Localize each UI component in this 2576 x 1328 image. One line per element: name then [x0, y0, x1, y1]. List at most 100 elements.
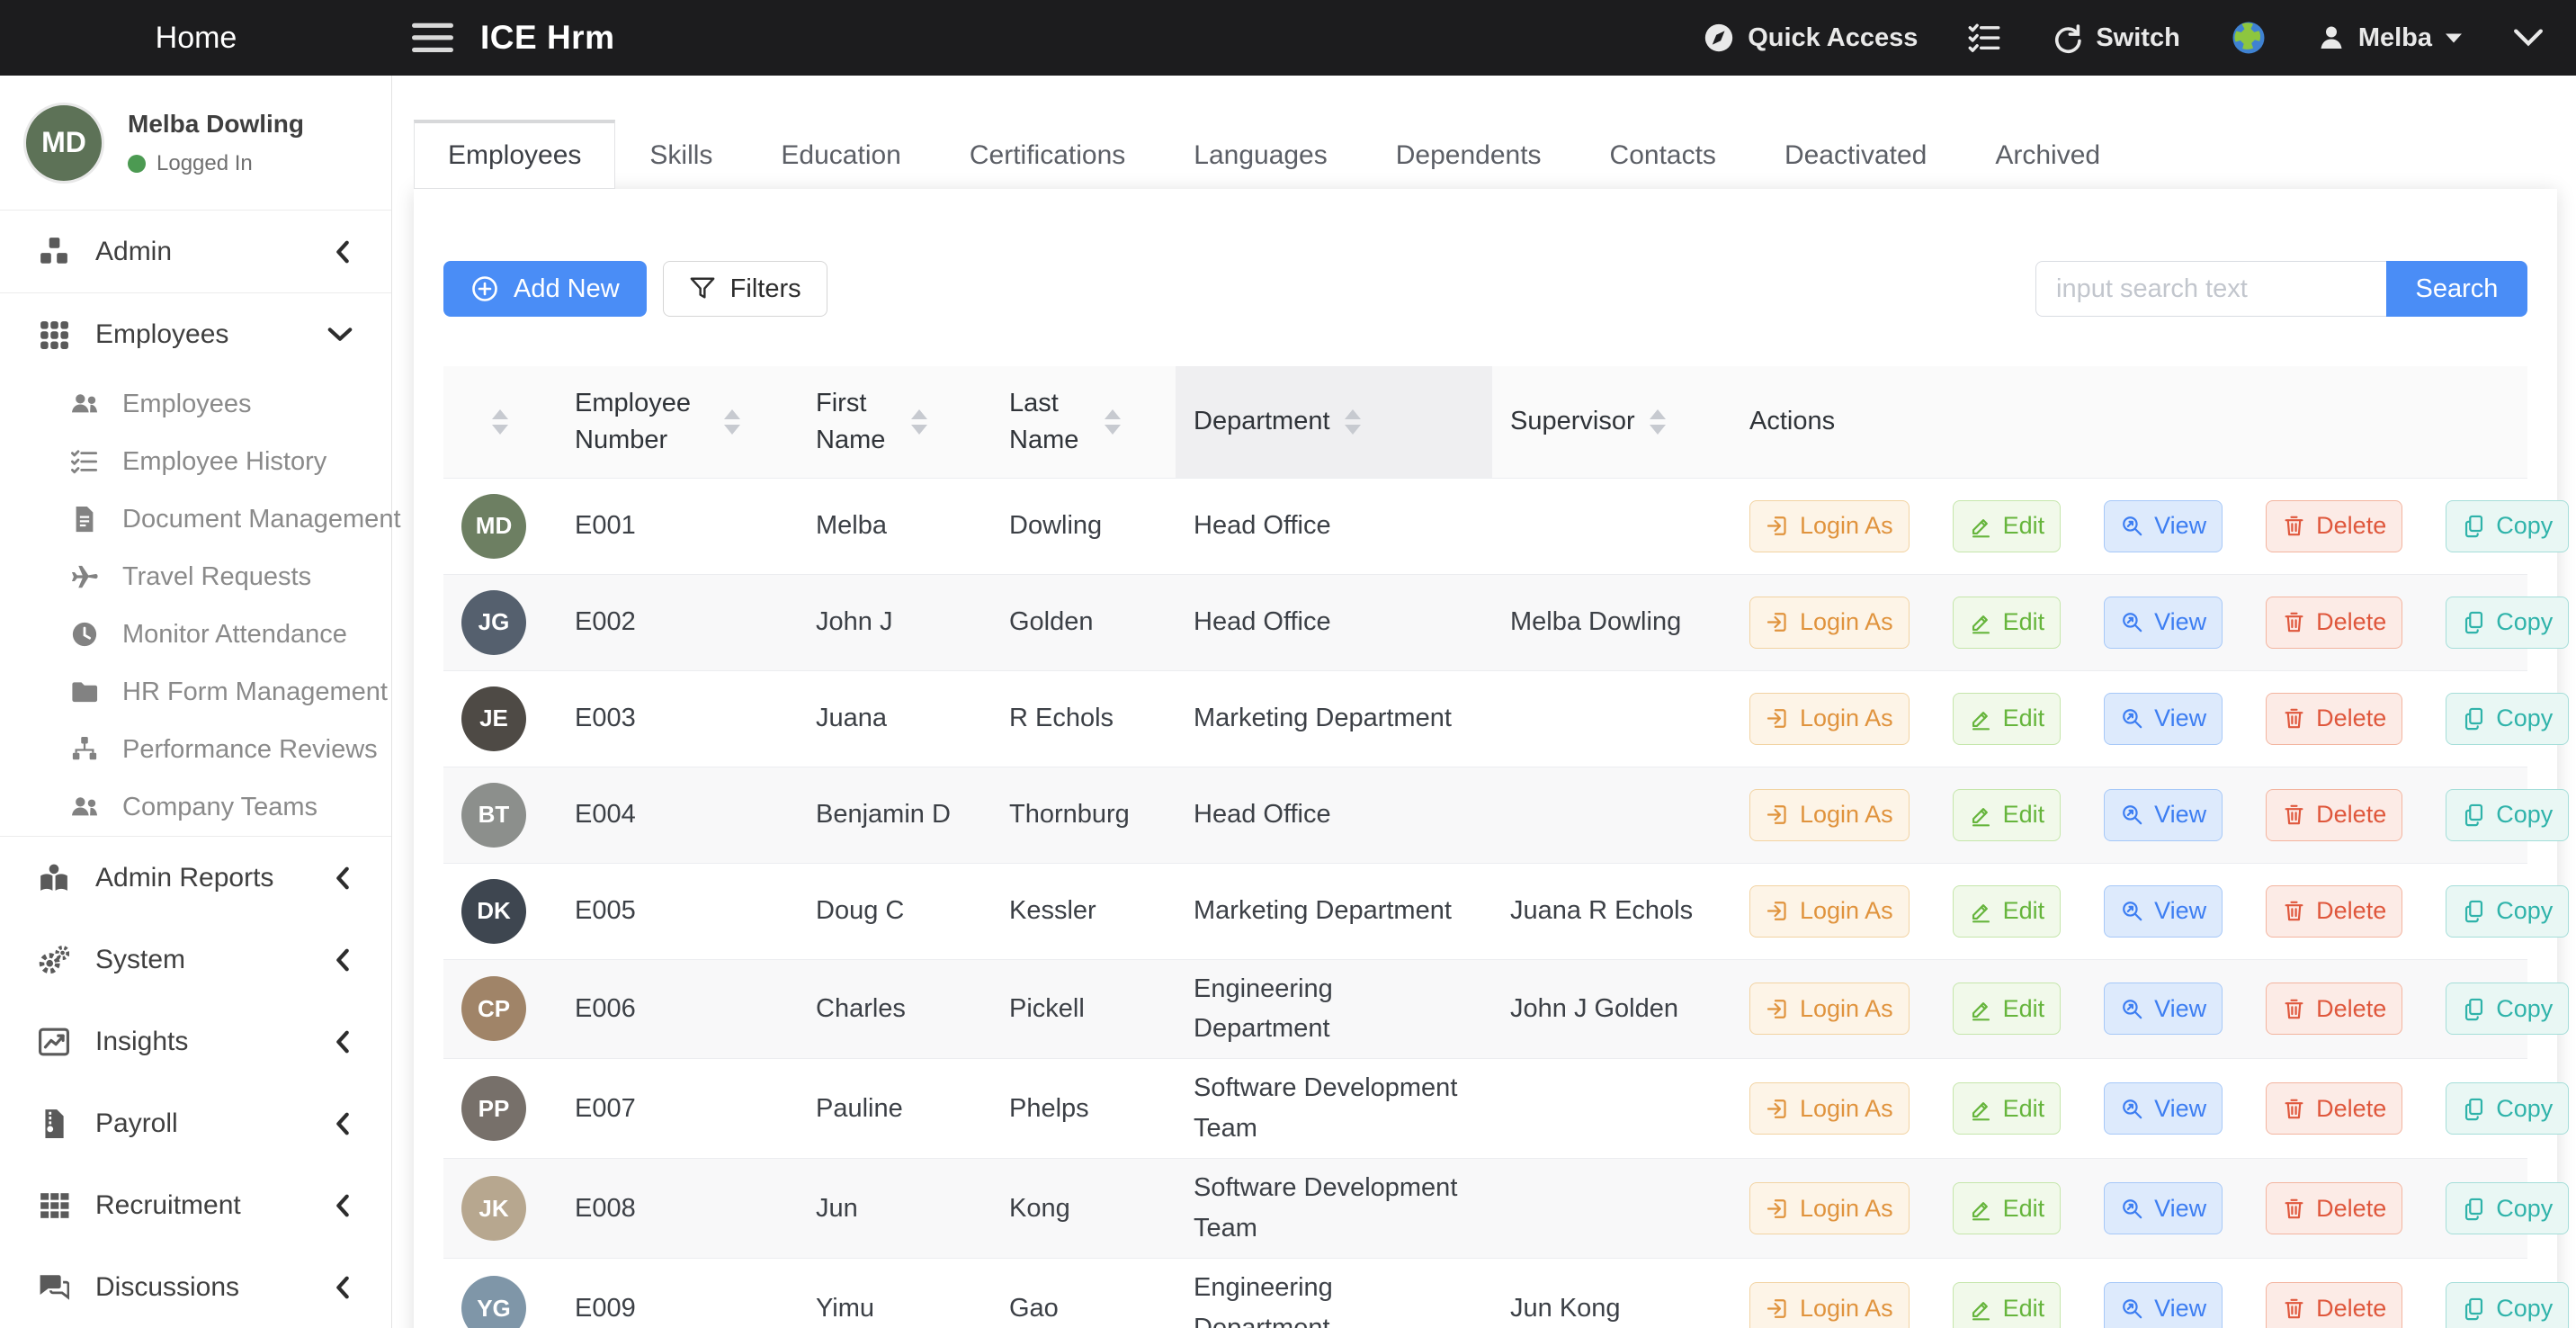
copy-button[interactable]: Copy — [2446, 983, 2569, 1035]
view-button[interactable]: View — [2104, 693, 2223, 745]
view-button[interactable]: View — [2104, 1182, 2223, 1234]
delete-button[interactable]: Delete — [2266, 500, 2402, 552]
login-as-button[interactable]: Login As — [1749, 693, 1910, 745]
collapse-navbar-button[interactable] — [2513, 28, 2544, 48]
sidebar-subitem-performance-reviews[interactable]: Performance Reviews — [0, 721, 391, 778]
sidebar-item-system[interactable]: System — [0, 919, 391, 1000]
edit-button[interactable]: Edit — [1953, 1182, 2062, 1234]
sort-icon[interactable] — [1105, 409, 1121, 435]
delete-button[interactable]: Delete — [2266, 1282, 2402, 1328]
search-button[interactable]: Search — [2386, 261, 2527, 317]
copy-button[interactable]: Copy — [2446, 693, 2569, 745]
copy-button[interactable]: Copy — [2446, 1182, 2569, 1234]
delete-button[interactable]: Delete — [2266, 1082, 2402, 1135]
tab-education[interactable]: Education — [747, 120, 935, 189]
delete-button[interactable]: Delete — [2266, 1182, 2402, 1234]
view-button[interactable]: View — [2104, 597, 2223, 649]
sidebar-subitem-employee-history[interactable]: Employee History — [0, 433, 391, 490]
sidebar-item-admin[interactable]: Admin — [0, 211, 391, 292]
view-button[interactable]: View — [2104, 789, 2223, 841]
home-nav[interactable]: Home — [0, 21, 392, 56]
sidebar-item-payroll[interactable]: Payroll — [0, 1082, 391, 1164]
view-button[interactable]: View — [2104, 500, 2223, 552]
column-header-supervisor[interactable]: Supervisor — [1492, 366, 1731, 478]
sidebar-subitem-document-management[interactable]: Document Management — [0, 490, 391, 548]
sidebar-item-admin-reports[interactable]: Admin Reports — [0, 837, 391, 919]
edit-button[interactable]: Edit — [1953, 1082, 2062, 1135]
copy-button[interactable]: Copy — [2446, 500, 2569, 552]
sidebar-subitem-label: Travel Requests — [122, 562, 311, 592]
quick-access-button[interactable]: Quick Access — [1703, 22, 1918, 54]
tab-contacts[interactable]: Contacts — [1576, 120, 1750, 189]
sort-icon[interactable] — [724, 409, 740, 435]
copy-button[interactable]: Copy — [2446, 597, 2569, 649]
sort-icon[interactable] — [911, 409, 927, 435]
login-as-button[interactable]: Login As — [1749, 885, 1910, 938]
switch-button[interactable]: Switch — [2051, 22, 2179, 54]
delete-button[interactable]: Delete — [2266, 693, 2402, 745]
search-input[interactable] — [2035, 261, 2386, 317]
delete-button[interactable]: Delete — [2266, 885, 2402, 938]
login-as-button[interactable]: Login As — [1749, 789, 1910, 841]
add-new-button[interactable]: Add New — [443, 261, 647, 317]
edit-button[interactable]: Edit — [1953, 885, 2062, 938]
delete-button[interactable]: Delete — [2266, 789, 2402, 841]
sidebar-item-insights[interactable]: Insights — [0, 1000, 391, 1082]
user-menu[interactable]: Melba — [2317, 23, 2463, 53]
copy-button[interactable]: Copy — [2446, 1282, 2569, 1328]
sidebar-item-discussions[interactable]: Discussions — [0, 1246, 391, 1328]
copy-button[interactable]: Copy — [2446, 789, 2569, 841]
edit-button[interactable]: Edit — [1953, 789, 2062, 841]
sidebar-subitem-monitor-attendance[interactable]: Monitor Attendance — [0, 606, 391, 663]
sidebar-item-recruitment[interactable]: Recruitment — [0, 1164, 391, 1246]
sidebar-item-employees[interactable]: Employees — [0, 293, 391, 375]
login-as-button[interactable]: Login As — [1749, 500, 1910, 552]
table-header-row: Employee Number First Name Last Name Dep… — [443, 366, 2527, 478]
delete-button[interactable]: Delete — [2266, 983, 2402, 1035]
view-button[interactable]: View — [2104, 1082, 2223, 1135]
column-header-employee-number[interactable]: Employee Number — [557, 366, 798, 478]
login-as-button[interactable]: Login As — [1749, 1282, 1910, 1328]
view-button[interactable]: View — [2104, 983, 2223, 1035]
tab-certifications[interactable]: Certifications — [935, 120, 1159, 189]
copy-button[interactable]: Copy — [2446, 885, 2569, 938]
tab-archived[interactable]: Archived — [1961, 120, 2134, 189]
column-header-last-name[interactable]: Last Name — [991, 366, 1176, 478]
edit-button[interactable]: Edit — [1953, 597, 2062, 649]
column-header-first-name[interactable]: First Name — [798, 366, 991, 478]
tab-languages[interactable]: Languages — [1159, 120, 1361, 189]
sort-icon[interactable] — [1650, 409, 1666, 435]
sort-icon[interactable] — [1345, 409, 1361, 435]
edit-button[interactable]: Edit — [1953, 500, 2062, 552]
sort-icon[interactable] — [492, 409, 508, 435]
login-as-button[interactable]: Login As — [1749, 1082, 1910, 1135]
delete-button[interactable]: Delete — [2266, 597, 2402, 649]
language-globe-button[interactable] — [2231, 20, 2267, 56]
column-header-avatar[interactable] — [443, 366, 557, 478]
menu-toggle-button[interactable] — [412, 22, 453, 54]
first-name-cell: Juana — [798, 670, 991, 767]
login-as-button[interactable]: Login As — [1749, 983, 1910, 1035]
edit-button[interactable]: Edit — [1953, 693, 2062, 745]
sidebar-subitem-hr-form-management[interactable]: HR Form Management — [0, 663, 391, 721]
gears-icon — [39, 945, 69, 975]
view-button[interactable]: View — [2104, 885, 2223, 938]
supervisor-cell — [1492, 1159, 1731, 1259]
sidebar-subitem-company-teams[interactable]: Company Teams — [0, 778, 391, 836]
login-as-button[interactable]: Login As — [1749, 1182, 1910, 1234]
sidebar-subitem-travel-requests[interactable]: Travel Requests — [0, 548, 391, 606]
sidebar-subitem-employees[interactable]: Employees — [0, 375, 391, 433]
tab-skills[interactable]: Skills — [615, 120, 747, 189]
edit-button[interactable]: Edit — [1953, 1282, 2062, 1328]
view-button[interactable]: View — [2104, 1282, 2223, 1328]
supervisor-cell: John J Golden — [1492, 959, 1731, 1059]
copy-button[interactable]: Copy — [2446, 1082, 2569, 1135]
tab-deactivated[interactable]: Deactivated — [1750, 120, 1961, 189]
column-header-department[interactable]: Department — [1176, 366, 1492, 478]
filters-button[interactable]: Filters — [663, 261, 827, 317]
edit-button[interactable]: Edit — [1953, 983, 2062, 1035]
tab-employees[interactable]: Employees — [414, 120, 615, 189]
tab-dependents[interactable]: Dependents — [1362, 120, 1576, 189]
login-as-button[interactable]: Login As — [1749, 597, 1910, 649]
tasks-button[interactable] — [1968, 22, 2000, 54]
